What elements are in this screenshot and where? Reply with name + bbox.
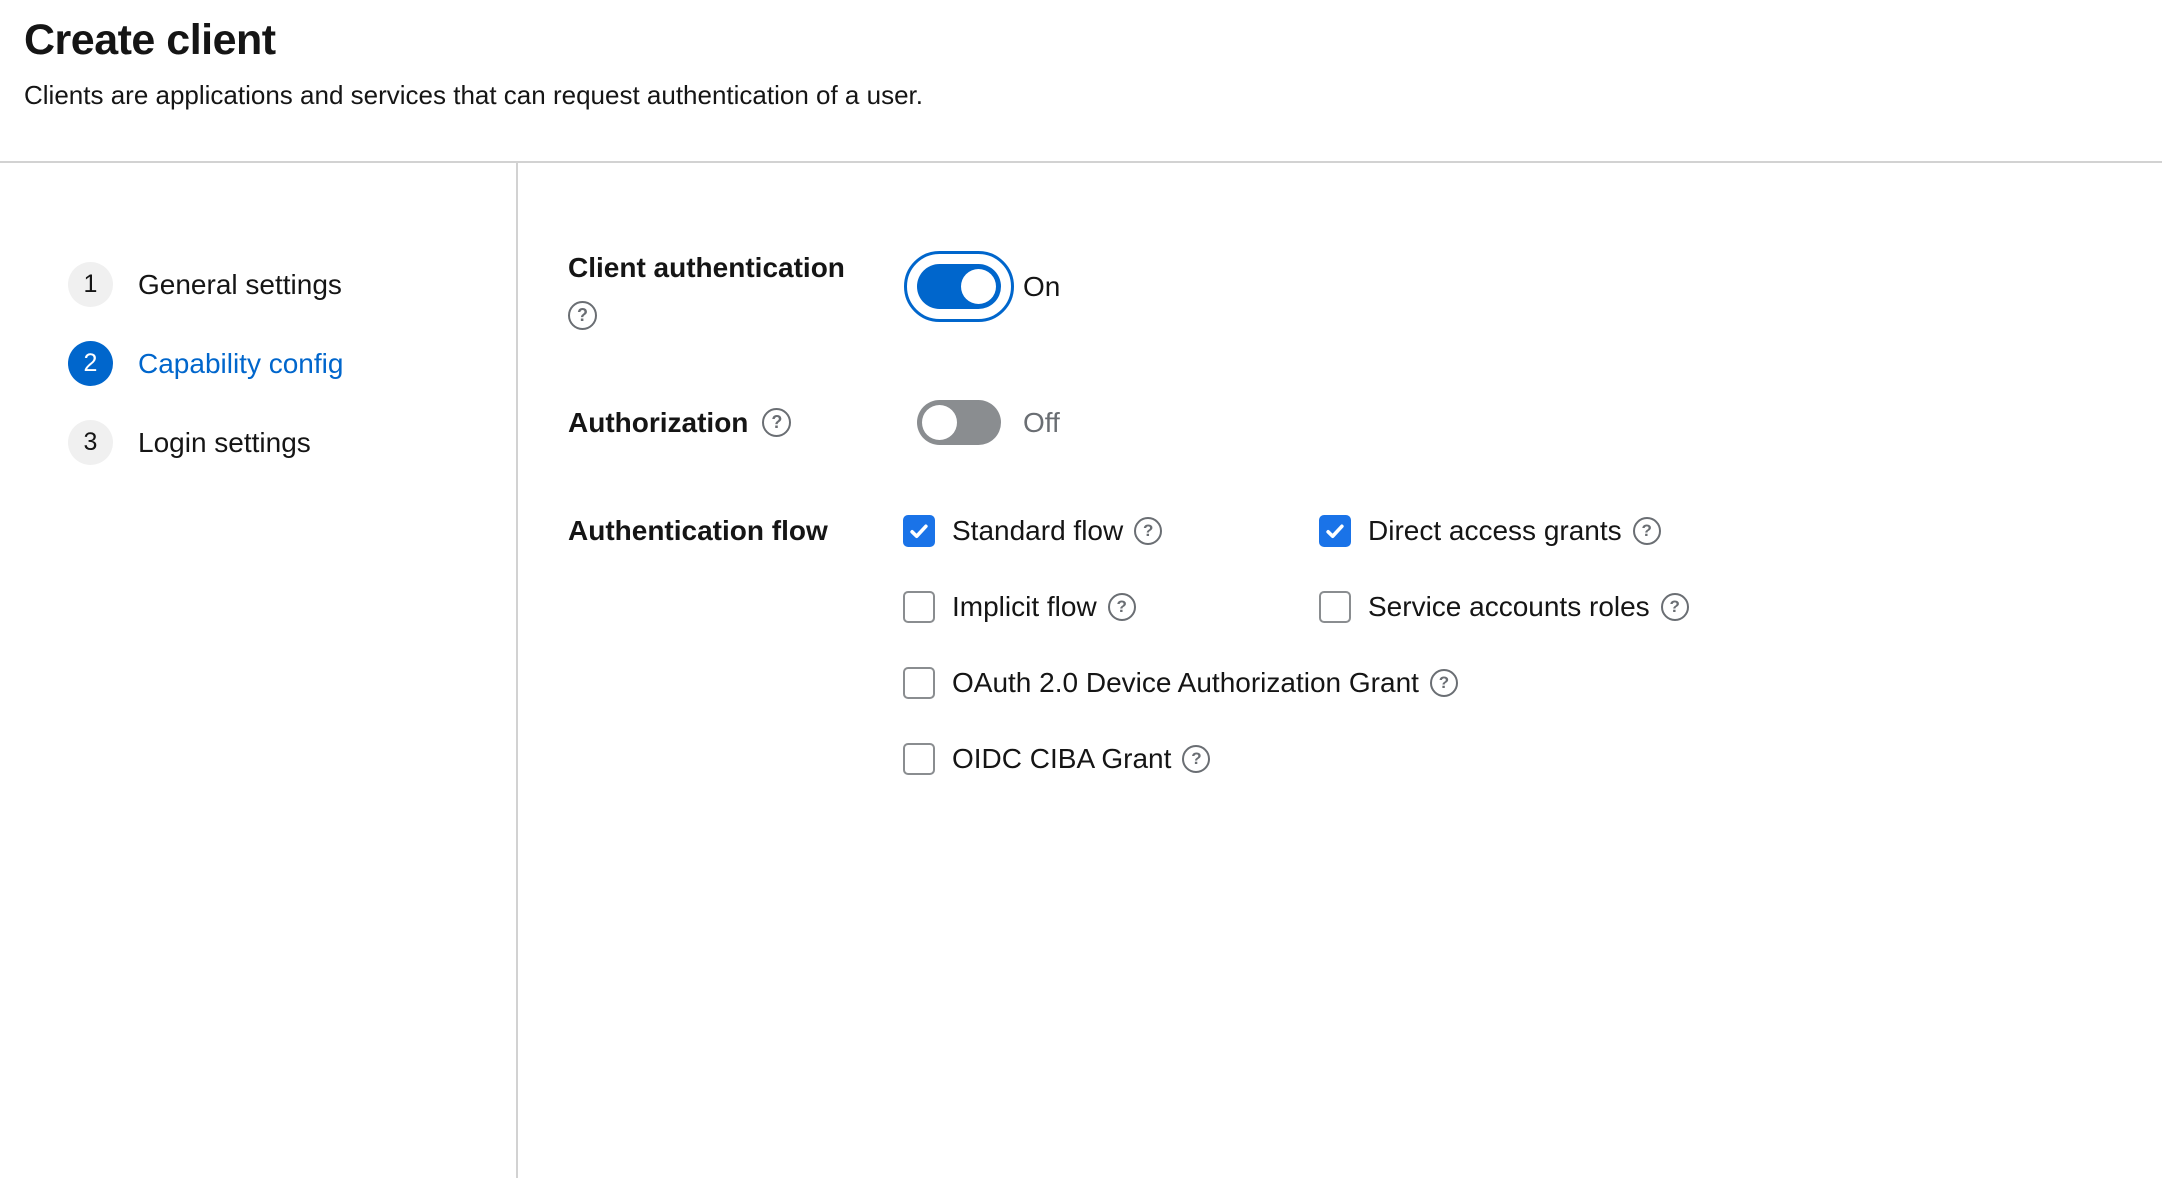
option-service-accounts-roles[interactable]: Service accounts roles ? (1319, 591, 1689, 623)
service-accounts-roles-checkbox[interactable] (1319, 591, 1351, 623)
check-icon (908, 520, 930, 542)
step-number-badge: 2 (68, 341, 113, 386)
checkbox-label[interactable]: OIDC CIBA Grant (952, 743, 1171, 775)
step-number-badge: 1 (68, 262, 113, 307)
direct-access-grants-checkbox[interactable] (1319, 515, 1351, 547)
standard-flow-checkbox[interactable] (903, 515, 935, 547)
authorization-label-cell: Authorization ? (568, 405, 903, 440)
help-icon[interactable]: ? (1134, 517, 1162, 545)
check-icon (1324, 520, 1346, 542)
checkbox-row: OAuth 2.0 Device Authorization Grant ? (903, 667, 1689, 699)
checkbox-label[interactable]: Implicit flow (952, 591, 1097, 623)
toggle-knob (961, 269, 996, 304)
help-icon[interactable]: ? (1108, 593, 1136, 621)
option-implicit-flow[interactable]: Implicit flow ? (903, 591, 1319, 623)
client-authentication-label: Client authentication (568, 250, 903, 285)
wizard-step-capability-config[interactable]: 2 Capability config (68, 341, 516, 386)
client-authentication-toggle[interactable] (917, 264, 1001, 309)
client-authentication-row: Client authentication ? On (568, 250, 2162, 330)
wizard-step-general-settings[interactable]: 1 General settings (68, 262, 516, 307)
oauth-device-grant-checkbox[interactable] (903, 667, 935, 699)
page-title: Create client (24, 16, 2132, 65)
checkbox-label[interactable]: Direct access grants (1368, 515, 1622, 547)
authorization-toggle[interactable] (917, 400, 1001, 445)
option-oidc-ciba-grant[interactable]: OIDC CIBA Grant ? (903, 743, 1210, 775)
checkbox-label[interactable]: Service accounts roles (1368, 591, 1650, 623)
checkbox-row: Standard flow ? Direct access grants ? (903, 515, 1689, 547)
checkbox-row: OIDC CIBA Grant ? (903, 743, 1689, 775)
help-icon[interactable]: ? (762, 408, 791, 437)
implicit-flow-checkbox[interactable] (903, 591, 935, 623)
client-authentication-control: On (903, 250, 1074, 323)
help-icon[interactable]: ? (1182, 745, 1210, 773)
wizard-step-login-settings[interactable]: 3 Login settings (68, 420, 516, 465)
authorization-row: Authorization ? Off (568, 386, 2162, 459)
checkbox-label[interactable]: OAuth 2.0 Device Authorization Grant (952, 667, 1419, 699)
help-icon[interactable]: ? (1661, 593, 1689, 621)
page-subtitle: Clients are applications and services th… (24, 79, 2132, 113)
client-authentication-label-cell: Client authentication ? (568, 250, 903, 330)
client-authentication-value: On (1023, 271, 1060, 303)
help-icon[interactable]: ? (1633, 517, 1661, 545)
authentication-flow-options: Standard flow ? Direct access grants ? (903, 513, 1689, 775)
oidc-ciba-grant-checkbox[interactable] (903, 743, 935, 775)
authentication-flow-label: Authentication flow (568, 515, 828, 546)
create-client-page: Create client Clients are applications a… (0, 0, 2162, 1178)
step-label[interactable]: General settings (138, 269, 342, 301)
wizard-nav: 1 General settings 2 Capability config 3… (0, 163, 518, 1178)
help-icon[interactable]: ? (568, 301, 597, 330)
authentication-flow-label-cell: Authentication flow (568, 513, 903, 548)
option-standard-flow[interactable]: Standard flow ? (903, 515, 1319, 547)
checkbox-row: Implicit flow ? Service accounts roles ? (903, 591, 1689, 623)
capability-config-form: Client authentication ? On Authorization… (518, 163, 2162, 1178)
content-area: 1 General settings 2 Capability config 3… (0, 163, 2162, 1178)
option-direct-access-grants[interactable]: Direct access grants ? (1319, 515, 1661, 547)
page-header: Create client Clients are applications a… (0, 0, 2162, 163)
authorization-value: Off (1023, 407, 1060, 439)
option-oauth-device-authorization-grant[interactable]: OAuth 2.0 Device Authorization Grant ? (903, 667, 1458, 699)
authorization-label: Authorization (568, 405, 748, 440)
help-icon[interactable]: ? (1430, 669, 1458, 697)
authorization-control: Off (903, 386, 1074, 459)
checkbox-label[interactable]: Standard flow (952, 515, 1123, 547)
step-label[interactable]: Capability config (138, 348, 343, 380)
toggle-knob (922, 405, 957, 440)
step-label[interactable]: Login settings (138, 427, 311, 459)
authentication-flow-row: Authentication flow Standard flow ? (568, 513, 2162, 775)
step-number-badge: 3 (68, 420, 113, 465)
